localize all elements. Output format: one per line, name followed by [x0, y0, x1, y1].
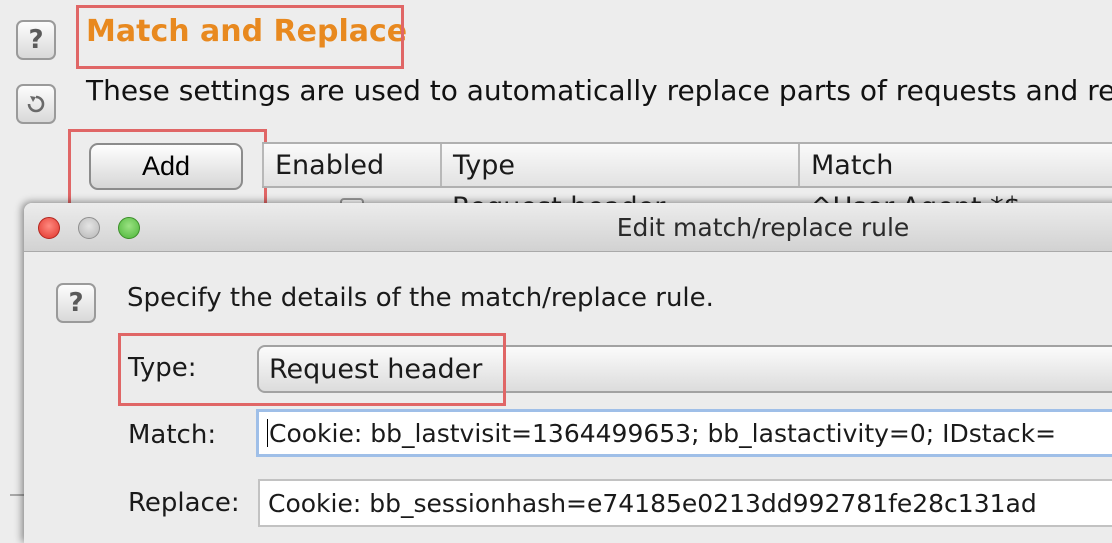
column-header-enabled[interactable]: Enabled — [262, 144, 440, 186]
column-header-match[interactable]: Match — [798, 144, 1112, 186]
refresh-icon — [27, 95, 45, 113]
add-rule-button[interactable]: Add — [89, 143, 243, 190]
help-icon: ? — [68, 288, 84, 318]
dialog-title: Edit match/replace rule — [616, 213, 910, 242]
edit-rule-dialog: Edit match/replace rule ? Specify the de… — [24, 203, 1112, 543]
dialog-titlebar[interactable]: Edit match/replace rule — [24, 203, 1112, 252]
column-header-type[interactable]: Type — [440, 144, 798, 186]
type-select-value: Request header — [269, 353, 483, 385]
rules-table-header: Enabled Type Match — [262, 142, 1112, 188]
replace-label: Replace: — [128, 488, 240, 518]
dialog-instruction: Specify the details of the match/replace… — [127, 283, 714, 313]
replace-input-value: Cookie: bb_sessionhash=e74185e0213dd9927… — [268, 488, 1037, 518]
match-label: Match: — [128, 420, 217, 450]
type-label: Type: — [128, 353, 197, 383]
help-icon: ? — [28, 25, 44, 55]
replace-input[interactable]: Cookie: bb_sessionhash=e74185e0213dd9927… — [258, 479, 1112, 527]
divider — [10, 494, 24, 496]
match-input[interactable]: Cookie: bb_lastvisit=1364499653; bb_last… — [256, 409, 1112, 457]
match-input-value: Cookie: bb_lastvisit=1364499653; bb_last… — [269, 418, 1057, 448]
restore-defaults-button[interactable] — [16, 84, 56, 124]
type-select[interactable]: Request header — [257, 345, 1112, 393]
section-description: These settings are used to automatically… — [86, 74, 1112, 107]
dialog-help-button[interactable]: ? — [56, 283, 96, 323]
help-button[interactable]: ? — [16, 20, 56, 60]
section-title: Match and Replace — [86, 14, 408, 49]
text-caret — [267, 419, 268, 447]
